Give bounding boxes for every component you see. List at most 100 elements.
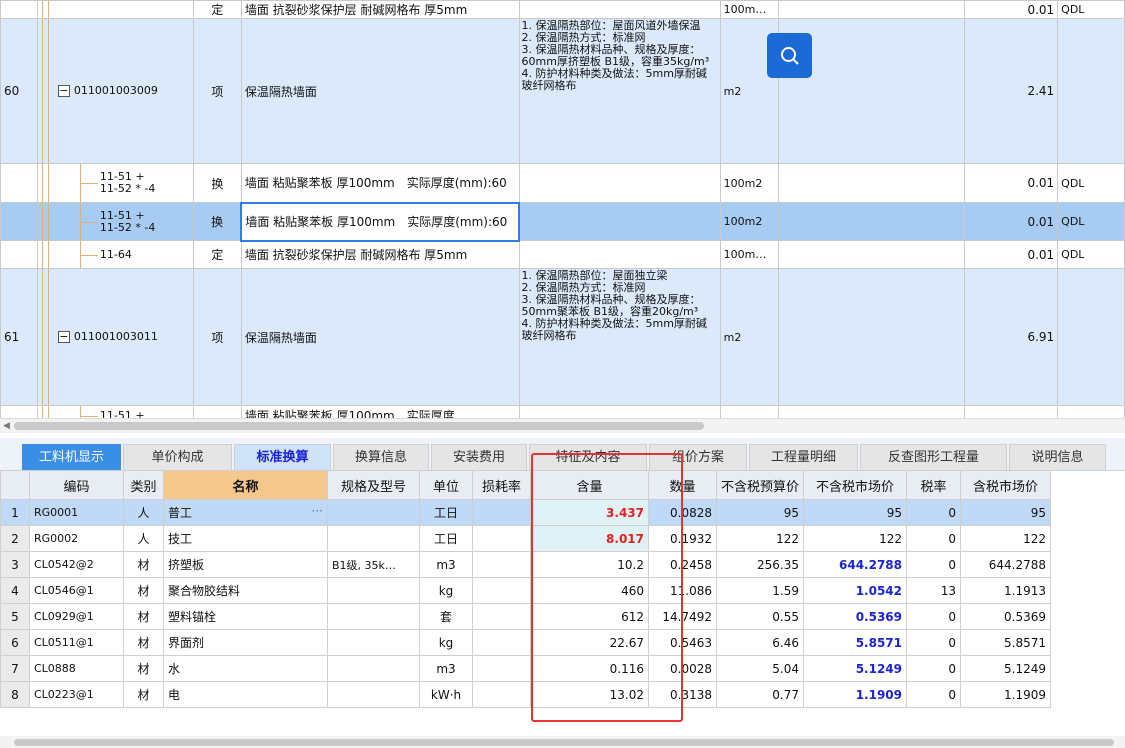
code-cell[interactable]: CL0888 [29,655,124,682]
budget-cell[interactable]: 6.46 [715,629,805,656]
feature-cell[interactable] [518,240,721,269]
qty-cell[interactable]: 8.017 [530,525,649,552]
qty-cell[interactable]: 0.116 [530,655,649,682]
market-cell[interactable]: 0.5369 [803,603,908,630]
tax-cell[interactable]: 0 [906,525,962,552]
table-row[interactable]: 7 CL0888 材 水 m3 0.116 0.0028 5.04 5.1249 0 5.1249 [0,655,1052,682]
search-button[interactable] [767,33,812,78]
column-header[interactable]: 含量 [530,470,649,500]
cat-cell[interactable]: 材 [123,681,164,708]
budget-cell[interactable]: 0.55 [715,603,805,630]
market-cell[interactable]: 1.1909 [803,681,908,708]
amount-cell[interactable]: 0.2458 [648,551,717,578]
budget-cell[interactable]: 5.04 [715,655,805,682]
column-header[interactable]: 不含税预算价 [715,470,805,500]
qty-cell[interactable]: 10.2 [530,551,649,578]
unit-cell[interactable]: kg [419,577,473,604]
name-cell[interactable]: 电 [163,681,328,708]
market-cell[interactable]: 5.8571 [803,629,908,656]
tax-cell[interactable]: 0 [906,681,962,708]
quantity-cell[interactable]: 2.41 [964,18,1059,164]
name-cell[interactable]: 保温隔热墙面 [240,268,520,406]
cat-cell[interactable]: 材 [123,551,164,578]
column-header[interactable]: 编码 [29,470,124,500]
cat-cell[interactable]: 人 [123,499,164,526]
bill-row[interactable]: 11-51 + 墙面 粘贴聚苯板 厚100mm 实际厚度 [0,405,1125,418]
bill-row[interactable]: 11-51 + 11-52 * -4 换墙面 粘贴聚苯板 厚100mm 实际厚度(… [0,201,1125,242]
market-cell[interactable]: 122 [803,525,908,552]
taxm-cell[interactable]: 95 [960,499,1052,526]
tab-reverse-graphic[interactable]: 反查图形工程量 [860,444,1007,470]
column-header[interactable]: 规格及型号 [327,470,420,500]
column-header[interactable]: 数量 [648,470,717,500]
loss-cell[interactable] [472,551,531,578]
table-row[interactable]: 3 CL0542@2 材 挤塑板 B1级, 35k… m3 10.2 0.2458 256.35… [0,551,1052,578]
market-cell[interactable]: 644.2788 [803,551,908,578]
table-row[interactable]: 5 CL0929@1 材 塑料锚栓 套 612 14.7492 0.55 0.5369 0 0.53… [0,603,1052,630]
tab-install-fee[interactable]: 安装费用 [431,444,527,470]
market-cell[interactable]: 5.1249 [803,655,908,682]
cat-cell[interactable]: 材 [123,603,164,630]
name-cell[interactable]: 塑料锚栓 [163,603,328,630]
loss-cell[interactable] [472,655,531,682]
bill-row[interactable]: 60−011001003009 项保温隔热墙面 1. 保温隔热部位：屋面风道外墙保温… [0,18,1125,164]
taxm-cell[interactable]: 122 [960,525,1052,552]
spec-cell[interactable] [327,681,420,708]
loss-cell[interactable] [472,681,531,708]
feature-cell[interactable] [518,202,721,241]
tab-features[interactable]: 特征及内容 [529,444,647,470]
quantity-cell[interactable]: 0.01 [964,0,1059,19]
cat-cell[interactable]: 人 [123,525,164,552]
unit-cell[interactable]: m3 [419,655,473,682]
unit-cell[interactable]: kg [419,629,473,656]
name-cell[interactable]: 墙面 抗裂砂浆保护层 耐碱网格布 厚5mm [240,0,520,19]
feature-cell[interactable] [518,0,721,19]
budget-cell[interactable]: 256.35 [715,551,805,578]
amount-cell[interactable]: 0.3138 [648,681,717,708]
loss-cell[interactable] [472,629,531,656]
table-row[interactable]: 4 CL0546@1 材 聚合物胶结料 kg 460 11.086 1.59 1.0542 13 1… [0,577,1052,604]
quantity-cell[interactable]: 0.01 [964,202,1059,241]
taxm-cell[interactable]: 1.1913 [960,577,1052,604]
tab-quantity-detail[interactable]: 工程量明细 [749,444,858,470]
feature-cell[interactable]: 1. 保温隔热部位：屋面风道外墙保温 2. 保温隔热方式：标准网 3. 保温隔热… [518,18,721,164]
loss-cell[interactable] [472,603,531,630]
name-cell[interactable]: 墙面 粘贴聚苯板 厚100mm 实际厚度(mm):60 [240,201,521,242]
ellipsis-icon[interactable]: ··· [312,504,323,518]
quantity-cell[interactable]: 6.91 [964,268,1059,406]
tax-cell[interactable]: 0 [906,551,962,578]
tax-cell[interactable]: 0 [906,655,962,682]
spec-cell[interactable] [327,655,420,682]
name-cell[interactable]: 水 [163,655,328,682]
cat-cell[interactable]: 材 [123,577,164,604]
tab-standard-conversion[interactable]: 标准换算 [234,444,331,470]
table-row[interactable]: 6 CL0511@1 材 界面剂 kg 22.67 0.5463 6.46 5.8571 0 5.8… [0,629,1052,656]
cat-cell[interactable]: 材 [123,629,164,656]
spec-cell[interactable] [327,577,420,604]
feature-cell[interactable] [518,405,721,418]
qty-cell[interactable]: 612 [530,603,649,630]
spec-cell[interactable] [327,603,420,630]
unit-cell[interactable]: m3 [419,551,473,578]
taxm-cell[interactable]: 5.8571 [960,629,1052,656]
cat-cell[interactable]: 材 [123,655,164,682]
quantity-cell[interactable]: 0.01 [964,240,1059,269]
amount-cell[interactable]: 0.5463 [648,629,717,656]
code-cell[interactable]: CL0546@1 [29,577,124,604]
market-cell[interactable]: 1.0542 [803,577,908,604]
code-cell[interactable]: CL0542@2 [29,551,124,578]
arrow-left-icon[interactable]: ◀ [3,421,10,431]
tab-notes[interactable]: 说明信息 [1009,444,1106,470]
tab-material[interactable]: 工料机显示 [22,444,121,470]
tab-pricing-plan[interactable]: 组价方案 [649,444,747,470]
loss-cell[interactable] [472,577,531,604]
column-header[interactable]: 单位 [419,470,473,500]
amount-cell[interactable]: 0.0028 [648,655,717,682]
top-horizontal-scrollbar[interactable]: ◀ [0,418,1125,433]
amount-cell[interactable]: 0.1932 [648,525,717,552]
tax-cell[interactable]: 0 [906,499,962,526]
table-row[interactable]: 8 CL0223@1 材 电 kW·h 13.02 0.3138 0.77 1.1909 0 1.1… [0,681,1052,708]
column-header[interactable]: 含税市场价 [960,470,1052,500]
bill-row[interactable]: 61−011001003011 项保温隔热墙面 1. 保温隔热部位：屋面独立梁 2.… [0,268,1125,406]
amount-cell[interactable]: 14.7492 [648,603,717,630]
